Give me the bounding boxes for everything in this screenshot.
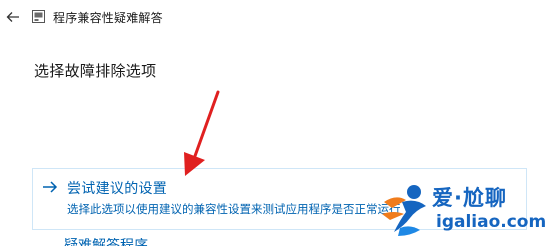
title-bar: 程序兼容性疑难解答 (0, 0, 546, 36)
page-heading: 选择故障排除选项 (34, 62, 157, 80)
option-title: 尝试建议的设置 (67, 181, 168, 197)
option-description: 选择此选项以使用建议的兼容性设置来测试应用程序是否正常运行 (67, 202, 401, 216)
try-recommended-settings-option[interactable]: 尝试建议的设置 选择此选项以使用建议的兼容性设置来测试应用程序是否正常运行 (32, 168, 527, 230)
right-arrow-icon (43, 181, 58, 193)
back-button[interactable] (4, 8, 22, 26)
compatibility-troubleshooter-icon (32, 10, 45, 23)
troubleshoot-program-option[interactable]: 疑难解答程序 (64, 238, 148, 246)
red-pointer-arrow (184, 90, 220, 176)
window-title: 程序兼容性疑难解答 (53, 11, 163, 25)
back-arrow-icon (6, 12, 19, 22)
